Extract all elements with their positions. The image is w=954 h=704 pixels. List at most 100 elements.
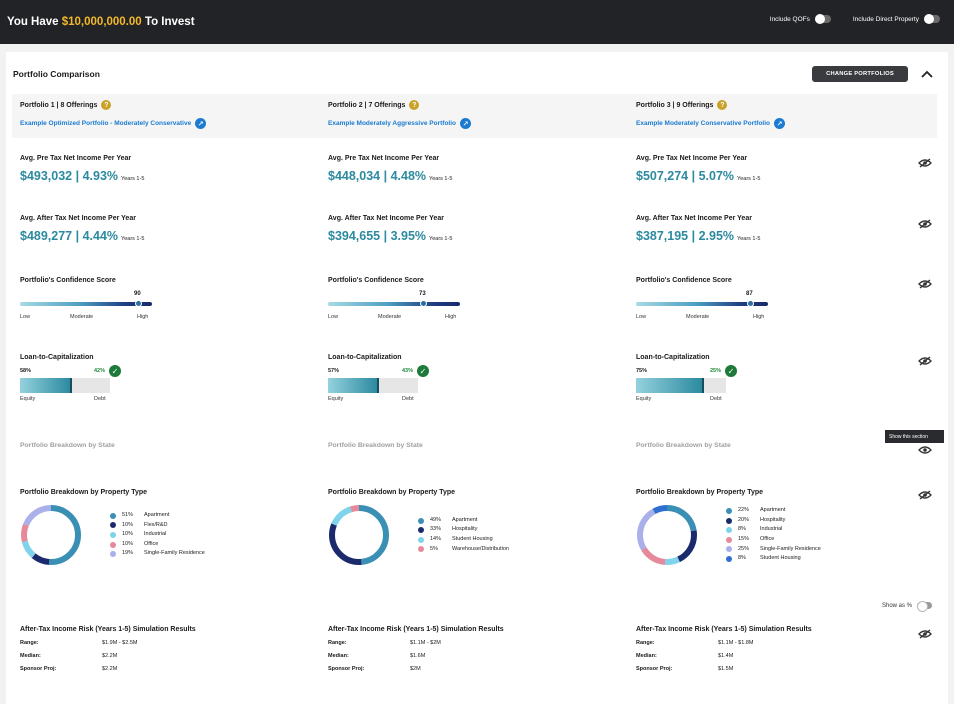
legend-percent: 8% bbox=[738, 526, 746, 533]
pre-tax-income: Avg. Pre Tax Net Income Per Year $507,274… bbox=[636, 155, 936, 183]
external-link-icon[interactable]: ↗ bbox=[774, 118, 786, 129]
simulation-key: Median: bbox=[20, 653, 41, 659]
legend-percent: 10% bbox=[122, 521, 134, 528]
confidence-high: High bbox=[445, 314, 457, 320]
years-label: Years 1-5 bbox=[737, 176, 761, 182]
simulation-row-sponsor: Sponsor Proj: $2.2M bbox=[20, 666, 320, 672]
legend-swatch bbox=[110, 541, 116, 548]
confidence-low: Low bbox=[328, 314, 339, 320]
by-state-label: Portfolio Breakdown by State bbox=[20, 442, 115, 449]
portfolio-comparison-panel: Portfolio Comparison CHANGE PORTFOLIOS P… bbox=[6, 52, 948, 704]
check-icon: ✓ bbox=[725, 365, 737, 377]
legend-swatch bbox=[110, 512, 116, 519]
hide-section-eye-off-icon[interactable] bbox=[918, 219, 932, 229]
after-tax-amount: $387,195 | 2.95% bbox=[636, 229, 735, 243]
confidence-moderate: Moderate bbox=[378, 314, 402, 320]
confidence-moderate: Moderate bbox=[70, 314, 94, 320]
help-icon[interactable]: ? bbox=[409, 100, 420, 110]
simulation-value: $2M bbox=[410, 666, 421, 672]
portfolio-link-label[interactable]: Example Moderately Conservative Portfoli… bbox=[636, 120, 770, 127]
simulation-row-range: Range: $1.1M - $2M bbox=[328, 640, 628, 646]
hide-section-eye-off-icon[interactable] bbox=[918, 356, 932, 366]
external-link-icon[interactable]: ↗ bbox=[195, 118, 207, 129]
loan-to-capitalization: Loan-to-Capitalization 57% 43% ✓ Equity Debt bbox=[328, 354, 628, 402]
legend-label: Student Housing bbox=[760, 555, 801, 562]
hide-section-eye-off-icon[interactable] bbox=[918, 629, 932, 639]
legend-swatch bbox=[726, 527, 732, 534]
qofs-switch[interactable] bbox=[814, 14, 831, 24]
external-link-icon[interactable]: ↗ bbox=[460, 118, 471, 129]
show-as-percent-toggle[interactable]: Show as % bbox=[882, 601, 933, 612]
simulation-row-median: Median: $2.2M bbox=[20, 653, 320, 659]
hide-section-eye-off-icon[interactable] bbox=[918, 490, 932, 500]
simulation-key: Range: bbox=[20, 640, 39, 646]
portfolio-name-label: Portfolio 3 | 9 Offerings bbox=[636, 101, 714, 109]
confidence-low: Low bbox=[636, 314, 647, 320]
hide-section-eye-off-icon[interactable] bbox=[918, 158, 932, 168]
change-portfolios-button[interactable]: CHANGE PORTFOLIOS bbox=[812, 66, 908, 82]
simulation-table: Range: $1.1M - $1.8M Median: $1.4M Sponsor P… bbox=[636, 640, 936, 672]
include-qofs-toggle[interactable]: Include QOFs bbox=[770, 14, 831, 24]
portfolio-link[interactable]: Example Optimized Portfolio - Moderately… bbox=[20, 118, 320, 129]
years-label: Years 1-5 bbox=[429, 176, 453, 182]
legend-label: Warehouse/Distribution bbox=[452, 545, 509, 552]
portfolio-name-label: Portfolio 1 | 8 Offerings bbox=[20, 101, 98, 109]
help-icon[interactable]: ? bbox=[101, 100, 112, 110]
pre-tax-label: Avg. Pre Tax Net Income Per Year bbox=[636, 155, 748, 162]
legend-percent: 25% bbox=[738, 545, 750, 552]
simulation-key: Sponsor Proj: bbox=[328, 666, 365, 672]
legend-swatch bbox=[726, 555, 732, 562]
confidence-score: Portfolio's Confidence Score 87 Low Moderat… bbox=[636, 277, 936, 324]
help-icon[interactable]: ? bbox=[717, 100, 728, 110]
simulation-value: $1.6M bbox=[410, 653, 426, 659]
simulation-row-sponsor: Sponsor Proj: $1.5M bbox=[636, 666, 936, 672]
legend-label: Flex/R&D bbox=[144, 521, 168, 528]
hide-section-eye-off-icon[interactable] bbox=[918, 279, 932, 289]
simulation-key: Sponsor Proj: bbox=[20, 666, 57, 672]
portfolio-link[interactable]: Example Moderately Aggressive Portfolio ↗ bbox=[328, 118, 628, 129]
pre-tax-label: Avg. Pre Tax Net Income Per Year bbox=[20, 155, 132, 162]
collapse-chevron-icon[interactable] bbox=[921, 69, 933, 79]
portfolio-header-2: Portfolio 2 | 7 Offerings? Example Modera… bbox=[328, 100, 628, 129]
equity-label: Equity bbox=[20, 396, 36, 402]
portfolio-header-3: Portfolio 3 | 9 Offerings? Example Modera… bbox=[636, 100, 936, 129]
years-label: Years 1-5 bbox=[121, 176, 145, 182]
show-as-percent-switch[interactable] bbox=[917, 601, 933, 612]
legend-item: 20% Hospitality bbox=[726, 516, 821, 526]
equity-percent: 57% bbox=[328, 368, 340, 374]
after-tax-label: Avg. After Tax Net Income Per Year bbox=[328, 215, 444, 222]
legend-percent: 51% bbox=[122, 512, 134, 519]
property-type-donut bbox=[329, 505, 389, 565]
legend-item: 10% Industrial bbox=[110, 530, 205, 540]
top-bar: You Have $10,000,000.00 To Invest Includ… bbox=[0, 0, 954, 44]
after-tax-income: Avg. After Tax Net Income Per Year $394,6… bbox=[328, 215, 628, 243]
direct-property-switch[interactable] bbox=[924, 14, 940, 24]
legend-swatch bbox=[726, 508, 732, 515]
after-tax-value: $489,277 | 4.44% Years 1-5 bbox=[20, 229, 320, 243]
show-section-eye-icon[interactable] bbox=[918, 445, 932, 455]
legend-percent: 5% bbox=[430, 545, 438, 552]
loan-to-capitalization: Loan-to-Capitalization 58% 42% ✓ Equity Debt bbox=[20, 354, 320, 402]
legend-label: Single-Family Residence bbox=[760, 545, 821, 552]
confidence-marker bbox=[135, 300, 142, 307]
legend-swatch bbox=[726, 517, 732, 524]
breakdown-by-property-type: Portfolio Breakdown by Property Type 51% A… bbox=[20, 489, 320, 566]
include-direct-property-toggle[interactable]: Include Direct Property bbox=[853, 14, 940, 24]
legend-label: Single-Family Residence bbox=[144, 550, 205, 557]
simulation-key: Range: bbox=[328, 640, 347, 646]
portfolio-link-label[interactable]: Example Moderately Aggressive Portfolio bbox=[328, 120, 456, 127]
legend-percent: 14% bbox=[430, 536, 442, 542]
legend-swatch bbox=[726, 546, 732, 553]
by-state-label: Portfolio Breakdown by State bbox=[328, 442, 423, 449]
after-tax-value: $387,195 | 2.95% Years 1-5 bbox=[636, 229, 936, 243]
debt-label: Debt bbox=[402, 396, 414, 402]
invest-amount: $10,000,000.00 bbox=[61, 16, 142, 28]
years-label: Years 1-5 bbox=[121, 236, 145, 242]
legend-percent: 33% bbox=[430, 526, 442, 533]
portfolio-link[interactable]: Example Moderately Conservative Portfoli… bbox=[636, 118, 936, 129]
equity-percent: 58% bbox=[20, 368, 32, 374]
legend-item: 51% Apartment bbox=[110, 511, 205, 521]
property-type-legend: 51% Apartment 10% Flex/R&D 10% Industrial 10% O… bbox=[110, 511, 205, 559]
legend-swatch bbox=[110, 532, 116, 538]
portfolio-link-label[interactable]: Example Optimized Portfolio - Moderately… bbox=[20, 120, 191, 127]
